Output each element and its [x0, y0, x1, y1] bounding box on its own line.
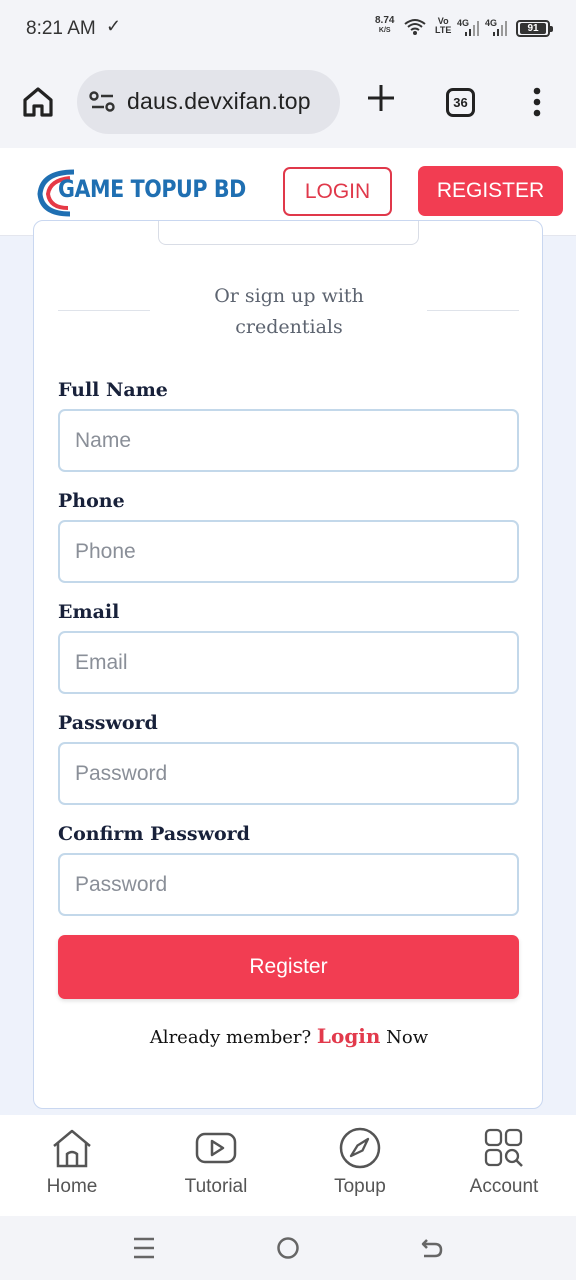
- address-bar[interactable]: daus.devxifan.top: [77, 70, 340, 134]
- svg-text:4G: 4G: [457, 18, 469, 28]
- signal-icon: 4G: [457, 17, 481, 42]
- register-card: Or sign up with credentials Full Name Ph…: [33, 220, 543, 1109]
- password-input[interactable]: [58, 742, 519, 805]
- phone-input[interactable]: [58, 520, 519, 583]
- email-label: Email: [58, 601, 120, 623]
- header-login-button[interactable]: LOGIN: [283, 167, 392, 216]
- house-icon: [53, 1129, 91, 1168]
- site-logo[interactable]: GAME TOPUP BD: [36, 166, 248, 218]
- battery-icon: 91: [516, 20, 553, 37]
- nav-home[interactable]: Home: [0, 1115, 144, 1216]
- network-speed: 8.74 K/S: [375, 15, 395, 35]
- download-done-icon: ✓: [106, 16, 122, 36]
- tab-switcher-button[interactable]: 36: [446, 88, 475, 117]
- register-submit-button[interactable]: Register: [58, 935, 519, 999]
- system-navigation-bar: [0, 1216, 576, 1280]
- volte-indicator: Vo LTE: [435, 16, 452, 35]
- recents-icon[interactable]: [133, 1236, 155, 1260]
- svg-text:4G: 4G: [485, 18, 497, 28]
- browser-toolbar: daus.devxifan.top 36: [0, 58, 576, 148]
- phone-label: Phone: [58, 490, 125, 512]
- divider-left: [58, 310, 150, 311]
- grid-search-icon: [484, 1128, 523, 1167]
- logo-text: GAME TOPUP BD: [58, 175, 246, 203]
- nav-account-label: Account: [469, 1176, 539, 1197]
- status-bar: 8:21 AM ✓ 8.74 K/S Vo LTE 4G 4G 91: [0, 0, 576, 58]
- password-label: Password: [58, 712, 158, 734]
- full-name-input[interactable]: [58, 409, 519, 472]
- nav-tutorial[interactable]: Tutorial: [144, 1115, 288, 1216]
- home-icon[interactable]: [20, 84, 56, 120]
- signal-icon: 4G: [485, 17, 509, 42]
- back-icon[interactable]: [420, 1236, 444, 1260]
- email-input[interactable]: [58, 631, 519, 694]
- header-register-button[interactable]: REGISTER: [418, 166, 563, 216]
- already-suffix: Now: [380, 1027, 429, 1048]
- login-link[interactable]: Login: [317, 1024, 381, 1048]
- confirm-password-label: Confirm Password: [58, 823, 250, 845]
- nav-tutorial-label: Tutorial: [184, 1176, 248, 1197]
- nav-topup[interactable]: Topup: [288, 1115, 432, 1216]
- status-time: 8:21 AM: [26, 18, 96, 39]
- confirm-password-input[interactable]: [58, 853, 519, 916]
- url-text: daus.devxifan.top: [127, 88, 311, 114]
- nav-topup-label: Topup: [334, 1176, 386, 1197]
- compass-icon: [339, 1127, 381, 1169]
- bottom-navigation: Home Tutorial Topup Account: [0, 1115, 576, 1216]
- youtube-icon: [195, 1132, 237, 1164]
- divider-right: [427, 310, 519, 311]
- wifi-icon: [404, 19, 426, 35]
- full-name-label: Full Name: [58, 379, 168, 401]
- nav-account[interactable]: Account: [432, 1115, 576, 1216]
- site-settings-icon[interactable]: [89, 90, 117, 114]
- home-circle-icon[interactable]: [276, 1236, 300, 1260]
- already-prefix: Already member?: [149, 1027, 317, 1048]
- new-tab-icon[interactable]: [365, 82, 397, 114]
- social-login-button-edge[interactable]: [158, 221, 419, 245]
- more-menu-icon[interactable]: [530, 86, 544, 118]
- already-member-text: Already member? Login Now: [34, 1024, 544, 1048]
- nav-home-label: Home: [46, 1176, 98, 1197]
- or-sign-up-text: Or sign up with credentials: [214, 285, 364, 338]
